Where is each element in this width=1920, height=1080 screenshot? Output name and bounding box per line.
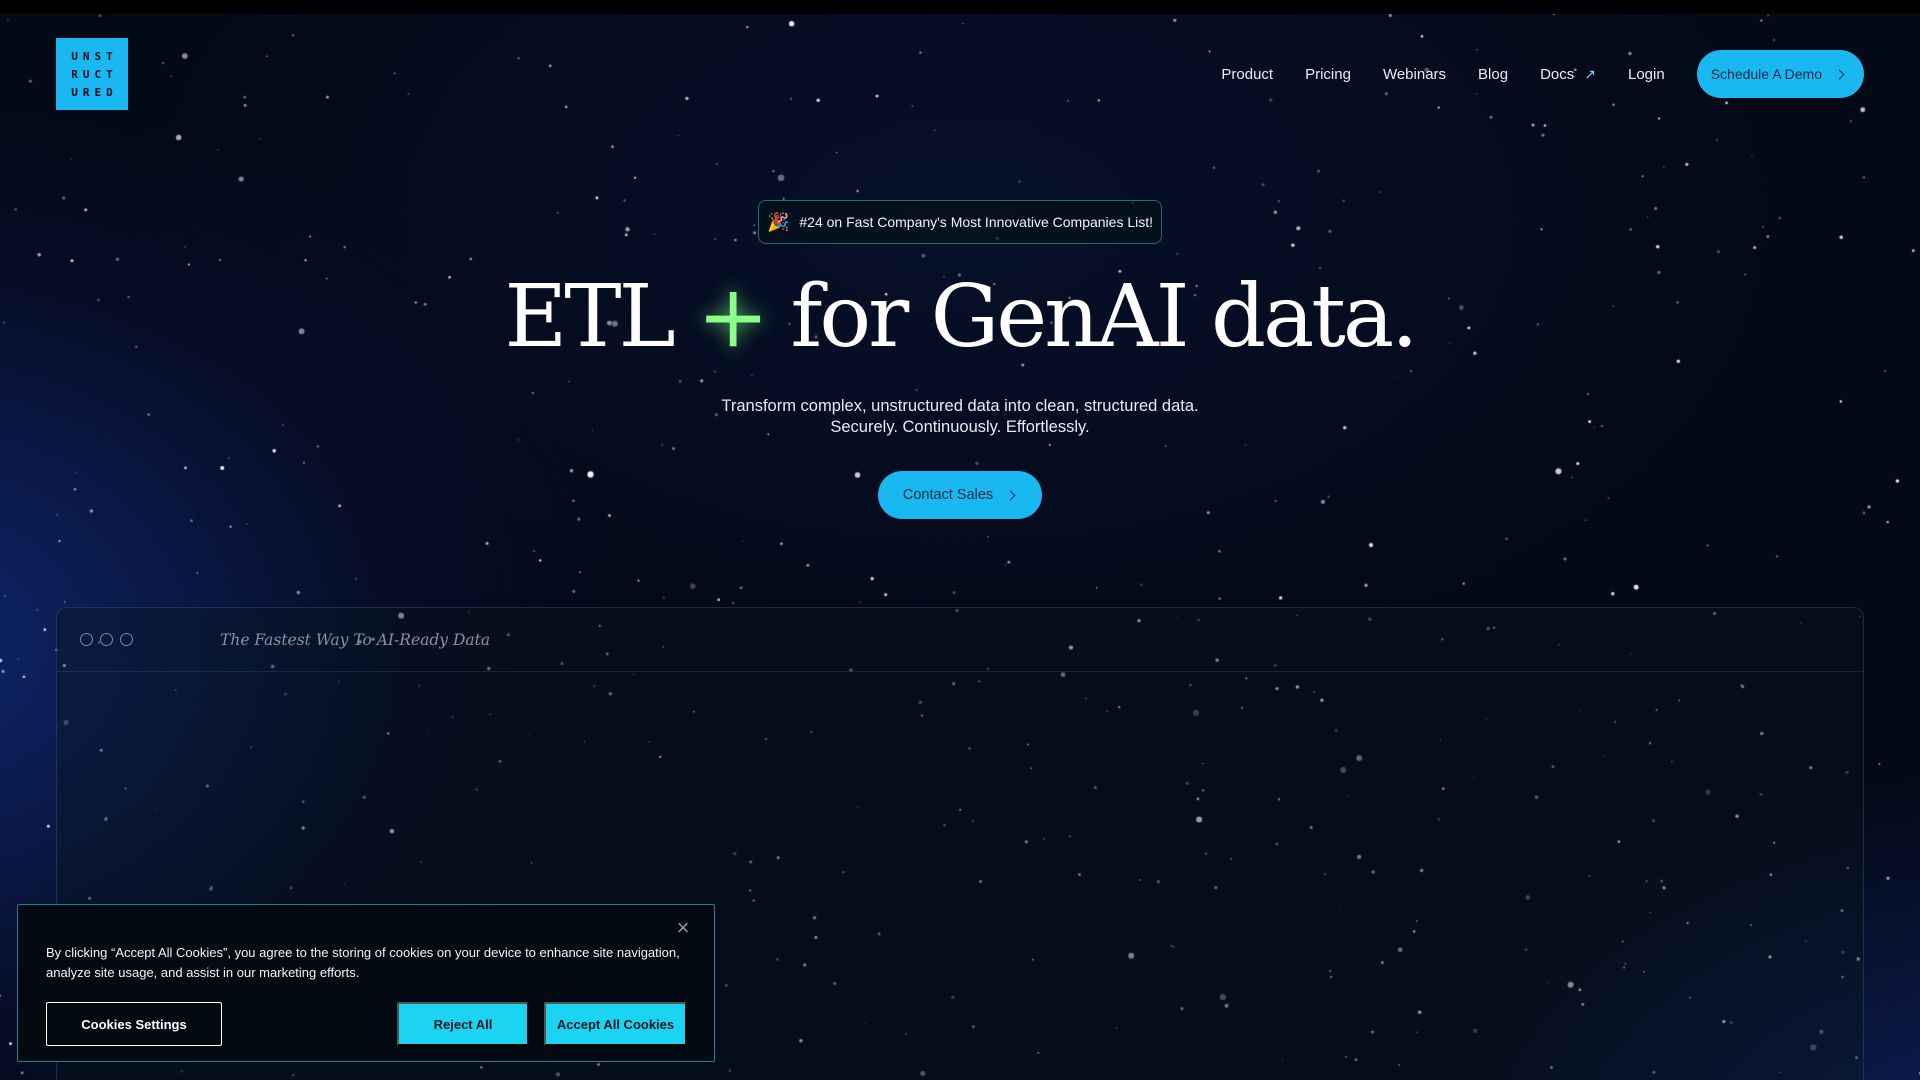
hero-subtitle-line-2: Securely. Continuously. Effortlessly.	[830, 418, 1090, 436]
nav-login[interactable]: Login	[1628, 66, 1665, 83]
demo-window-title: The Fastest Way To AI-Ready Data	[220, 630, 491, 649]
nav-pricing[interactable]: Pricing	[1305, 66, 1351, 83]
main-nav: Product Pricing Webinars Blog Docs ↗ Log…	[1189, 50, 1864, 98]
close-icon[interactable]: ×	[674, 917, 692, 939]
accept-all-cookies-button[interactable]: Accept All Cookies	[544, 1002, 687, 1046]
nav-docs-label: Docs	[1540, 65, 1575, 83]
contact-sales-label: Contact Sales	[902, 487, 994, 503]
window-dot-icon	[120, 633, 133, 646]
chevron-right-icon	[1834, 69, 1845, 79]
window-dot-icon	[80, 633, 93, 646]
cookies-settings-button[interactable]: Cookies Settings	[46, 1002, 222, 1046]
nav-webinars[interactable]: Webinars	[1383, 66, 1446, 83]
award-badge-text: #24 on Fast Company's Most Innovative Co…	[799, 214, 1154, 230]
cookie-banner-text: By clicking “Accept All Cookies”, you ag…	[46, 945, 680, 980]
logo-line-2: RUCT	[71, 67, 118, 81]
demo-window-titlebar: The Fastest Way To AI-Ready Data	[57, 608, 1863, 672]
external-link-arrow-icon: ↗	[1584, 65, 1596, 82]
schedule-demo-label: Schedule A Demo	[1710, 66, 1822, 82]
hero-title-rest: for GenAI data.	[790, 267, 1419, 367]
contact-sales-button[interactable]: Contact Sales	[878, 471, 1042, 519]
hero-title-plus: +	[697, 267, 769, 367]
schedule-demo-button[interactable]: Schedule A Demo	[1696, 50, 1864, 98]
award-badge[interactable]: 🎉 #24 on Fast Company's Most Innovative …	[758, 200, 1162, 244]
logo-line-1: UNST	[71, 49, 118, 63]
nav-docs[interactable]: Docs ↗	[1540, 66, 1596, 83]
top-edge-bar	[0, 0, 1920, 14]
window-dot-icon	[100, 633, 113, 646]
party-popper-icon: 🎉	[766, 212, 790, 232]
cookie-banner: × By clicking “Accept All Cookies”, you …	[17, 904, 715, 1062]
reject-all-button[interactable]: Reject All	[397, 1002, 529, 1046]
hero-title-etl: ETL	[504, 267, 676, 367]
nav-blog[interactable]: Blog	[1478, 66, 1508, 83]
hero-subtitle-line-1: Transform complex, unstructured data int…	[721, 397, 1199, 415]
unstructured-logo[interactable]: UNST RUCT URED	[56, 38, 128, 110]
hero-title: ETL + for GenAI data.	[0, 262, 1920, 372]
chevron-right-icon	[1005, 490, 1016, 500]
nav-product[interactable]: Product	[1221, 66, 1273, 83]
logo-line-3: URED	[71, 85, 118, 99]
